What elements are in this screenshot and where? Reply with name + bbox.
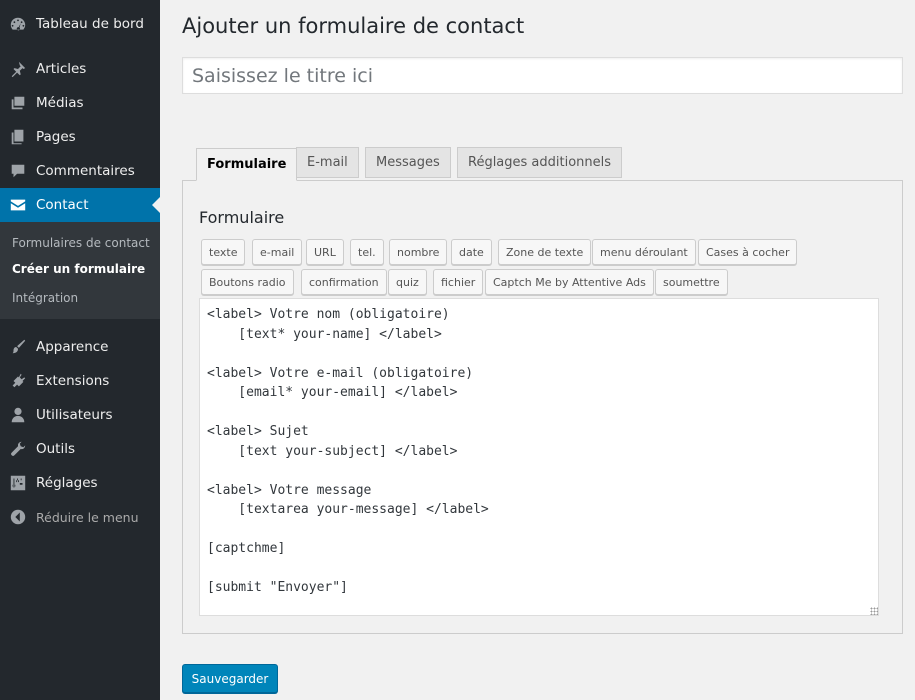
pin-icon [8, 59, 28, 79]
sidebar-item-extensions[interactable]: Extensions [0, 364, 160, 398]
submenu-item-creer[interactable]: Créer un formulaire [12, 262, 145, 276]
collapse-menu-button[interactable]: Réduire le menu [0, 500, 160, 534]
pages-icon [8, 127, 28, 147]
form-editor-panel: Formulaire texte e-mail URL tel. nombre … [182, 180, 903, 634]
admin-sidebar: Tableau de bord Articles Médias Pages Co… [0, 0, 160, 700]
sidebar-item-articles[interactable]: Articles [0, 52, 160, 86]
sidebar-item-commentaires[interactable]: Commentaires [0, 154, 160, 188]
sidebar-item-apparence[interactable]: Apparence [0, 330, 160, 364]
tag-button-date[interactable]: date [451, 239, 492, 265]
save-button[interactable]: Sauvegarder [182, 664, 278, 693]
plugin-icon [8, 371, 28, 391]
user-icon [8, 405, 28, 425]
wrench-icon [8, 439, 28, 459]
sidebar-item-label: Extensions [36, 373, 110, 389]
submenu-item-integration[interactable]: Intégration [12, 291, 78, 305]
brush-icon [8, 337, 28, 357]
media-icon [8, 93, 28, 113]
collapse-arrow-icon [8, 507, 28, 527]
sidebar-item-label: Apparence [36, 339, 109, 355]
settings-icon [8, 473, 28, 493]
sidebar-item-label: Médias [36, 95, 84, 111]
tag-button-fichier[interactable]: fichier [433, 269, 484, 295]
form-code-editor[interactable]: <label> Votre nom (obligatoire) [text* y… [199, 298, 879, 616]
dashboard-icon [8, 14, 28, 34]
submenu-item-formulaires[interactable]: Formulaires de contact [12, 236, 150, 250]
tag-button-soumettre[interactable]: soumettre [655, 269, 728, 295]
sidebar-item-label: Contact [36, 197, 89, 213]
sidebar-item-label: Réglages [36, 475, 98, 491]
sidebar-item-reglages[interactable]: Réglages [0, 466, 160, 500]
panel-title: Formulaire [199, 208, 285, 227]
sidebar-item-label: Articles [36, 61, 87, 77]
sidebar-item-label: Pages [36, 129, 76, 145]
tag-button-boutons-radio[interactable]: Boutons radio [201, 269, 294, 295]
collapse-menu-label: Réduire le menu [36, 509, 139, 525]
tag-button-texte[interactable]: texte [201, 239, 246, 265]
tag-button-menu-deroulant[interactable]: menu déroulant [592, 239, 696, 265]
page-title: Ajouter un formulaire de contact [182, 14, 525, 38]
tab-reglages-additionnels[interactable]: Réglages additionnels [457, 147, 623, 178]
tab-formulaire[interactable]: Formulaire [196, 148, 298, 181]
tag-button-nombre[interactable]: nombre [389, 239, 448, 265]
sidebar-item-medias[interactable]: Médias [0, 86, 160, 120]
tag-button-email[interactable]: e-mail [252, 239, 303, 265]
tab-email[interactable]: E-mail [296, 147, 359, 178]
tab-messages[interactable]: Messages [365, 147, 451, 178]
sidebar-item-dashboard[interactable]: Tableau de bord [0, 7, 160, 41]
sidebar-item-label: Utilisateurs [36, 407, 113, 423]
form-title-input[interactable] [182, 57, 903, 94]
tag-button-cases-a-cocher[interactable]: Cases à cocher [698, 239, 798, 265]
tag-button-url[interactable]: URL [306, 239, 344, 265]
tag-button-quiz[interactable]: quiz [388, 269, 427, 295]
resize-handle-icon[interactable] [870, 607, 878, 615]
tag-button-confirmation[interactable]: confirmation [301, 269, 387, 295]
tag-button-zone-de-texte[interactable]: Zone de texte [498, 239, 592, 265]
tag-button-tel[interactable]: tel. [350, 239, 384, 265]
comment-icon [8, 161, 28, 181]
sidebar-item-pages[interactable]: Pages [0, 120, 160, 154]
sidebar-item-outils[interactable]: Outils [0, 432, 160, 466]
sidebar-item-label: Tableau de bord [36, 16, 144, 32]
contact-submenu: Formulaires de contact Créer un formulai… [0, 222, 160, 319]
mail-icon [8, 195, 28, 215]
tag-button-captchme[interactable]: Captch Me by Attentive Ads [485, 269, 654, 295]
sidebar-item-contact[interactable]: Contact [0, 188, 160, 222]
sidebar-item-label: Commentaires [36, 163, 135, 179]
sidebar-item-label: Outils [36, 441, 76, 457]
sidebar-item-utilisateurs[interactable]: Utilisateurs [0, 398, 160, 432]
